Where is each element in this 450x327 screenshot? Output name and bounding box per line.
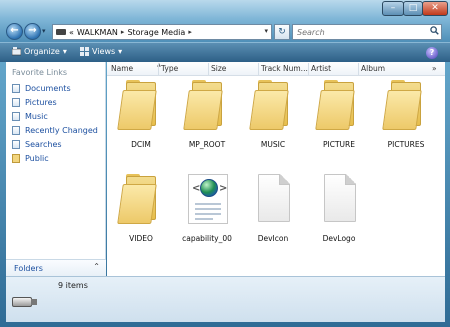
column-name[interactable]: Name: [111, 64, 133, 73]
search-box[interactable]: [292, 24, 442, 40]
column-header-row: ▲ Name Type Size Track Num... Artist Alb…: [107, 62, 445, 76]
forward-button[interactable]: →: [24, 23, 41, 40]
folder-icon: [315, 80, 360, 130]
file-name: PICTURES: [387, 140, 425, 149]
maximize-button[interactable]: □: [403, 1, 423, 16]
folder-icon: [183, 80, 228, 130]
column-size[interactable]: Size: [211, 64, 226, 73]
column-divider[interactable]: [158, 63, 159, 75]
folders-toggle[interactable]: Folders ⌃: [6, 259, 106, 276]
column-type[interactable]: Type: [161, 64, 178, 73]
views-button[interactable]: Views ▾: [80, 47, 122, 56]
searches-icon: [12, 140, 20, 149]
minimize-button[interactable]: –: [382, 1, 404, 16]
nav-item-label: Searches: [25, 140, 62, 149]
nav-item-music[interactable]: Music: [12, 112, 48, 121]
command-bar: Organize ▾ Views ▾ ?: [0, 42, 450, 62]
file-item-pictures[interactable]: PICTURES: [375, 80, 437, 154]
organize-label: Organize: [24, 47, 60, 56]
nav-item-label: Documents: [25, 84, 71, 93]
navigation-pane: Favorite Links Documents Pictures Music …: [6, 62, 106, 276]
column-divider[interactable]: [358, 63, 359, 75]
file-name: MP_ROOT: [188, 140, 226, 149]
refresh-button[interactable]: ↻: [274, 24, 290, 40]
file-item-devicon[interactable]: DevIcon: [242, 174, 304, 248]
folder-icon: [12, 154, 20, 163]
item-count: 9 items: [58, 281, 88, 290]
breadcrumb-separator[interactable]: ▸: [188, 28, 192, 36]
column-divider[interactable]: [308, 63, 309, 75]
file-name: DCIM: [131, 140, 151, 149]
xml-file-icon: < >: [188, 174, 228, 224]
file-icon: [258, 174, 290, 222]
title-bar: – □ ✕ ← → ▾ « WALKMAN ▸ Storage Media ▸ …: [0, 0, 450, 42]
column-track-number[interactable]: Track Num...: [261, 64, 308, 73]
explorer-window: – □ ✕ ← → ▾ « WALKMAN ▸ Storage Media ▸ …: [0, 0, 450, 327]
file-name: DevIcon: [257, 234, 289, 243]
organize-dropdown-icon: ▾: [62, 47, 67, 56]
column-artist[interactable]: Artist: [311, 64, 331, 73]
file-item-devlogo[interactable]: DevLogo: [308, 174, 370, 248]
views-dropdown-icon: ▾: [118, 47, 123, 56]
file-item-capability-00[interactable]: < > capability_00: [176, 174, 238, 248]
recent-icon: [12, 126, 20, 135]
address-bar[interactable]: « WALKMAN ▸ Storage Media ▸ ▾: [52, 24, 272, 40]
nav-item-recently-changed[interactable]: Recently Changed: [12, 126, 98, 135]
more-columns-button[interactable]: »: [432, 64, 437, 73]
music-icon: [12, 112, 20, 121]
file-name: capability_00: [182, 234, 232, 243]
file-name: MUSIC: [260, 140, 286, 149]
favorite-links-heading: Favorite Links: [12, 68, 68, 77]
details-pane: 9 items: [6, 276, 445, 322]
folder-icon: [117, 174, 162, 224]
folders-label: Folders: [14, 264, 43, 273]
file-name: VIDEO: [129, 234, 153, 243]
address-dropdown-icon[interactable]: ▾: [264, 27, 268, 35]
file-item-music[interactable]: MUSIC: [242, 80, 304, 154]
nav-item-label: Music: [25, 112, 48, 121]
organize-button[interactable]: Organize ▾: [11, 47, 67, 56]
file-item-video[interactable]: VIDEO: [110, 174, 172, 248]
column-divider[interactable]: [208, 63, 209, 75]
column-album[interactable]: Album: [361, 64, 385, 73]
views-label: Views: [92, 47, 116, 56]
file-item-picture[interactable]: PICTURE: [308, 80, 370, 154]
file-item-mp-root[interactable]: MP_ROOT: [176, 80, 238, 154]
nav-item-label: Recently Changed: [25, 126, 98, 135]
file-item-dcim[interactable]: DCIM: [110, 80, 172, 154]
file-name: DevLogo: [322, 234, 356, 243]
organize-icon: [11, 47, 22, 56]
breadcrumb-walkman[interactable]: WALKMAN: [77, 28, 118, 37]
file-name: PICTURE: [323, 140, 355, 149]
nav-item-public[interactable]: Public: [12, 154, 49, 163]
recent-pages-dropdown[interactable]: ▾: [42, 27, 46, 35]
nav-item-searches[interactable]: Searches: [12, 140, 62, 149]
breadcrumb-overflow[interactable]: «: [69, 28, 74, 37]
folder-icon: [382, 80, 427, 130]
document-icon: [12, 84, 20, 93]
nav-item-label: Pictures: [25, 98, 57, 107]
nav-item-pictures[interactable]: Pictures: [12, 98, 57, 107]
folder-icon: [249, 80, 294, 130]
search-input[interactable]: [293, 25, 423, 39]
views-icon: [80, 47, 89, 56]
back-button[interactable]: ←: [6, 23, 23, 40]
close-button[interactable]: ✕: [422, 1, 448, 16]
breadcrumb-separator[interactable]: ▸: [121, 28, 125, 36]
drive-icon: [56, 29, 66, 35]
nav-item-documents[interactable]: Documents: [12, 84, 71, 93]
breadcrumb-storage-media[interactable]: Storage Media: [127, 28, 185, 37]
file-list: ▲ Name Type Size Track Num... Artist Alb…: [107, 62, 445, 276]
folder-icon: [117, 80, 162, 130]
column-divider[interactable]: [258, 63, 259, 75]
chevron-up-icon: ⌃: [93, 262, 100, 271]
help-button[interactable]: ?: [426, 47, 438, 59]
usb-drive-icon: [12, 295, 37, 309]
search-icon[interactable]: [430, 26, 439, 38]
nav-item-label: Public: [25, 154, 49, 163]
file-icon: [324, 174, 356, 222]
pictures-icon: [12, 98, 20, 107]
